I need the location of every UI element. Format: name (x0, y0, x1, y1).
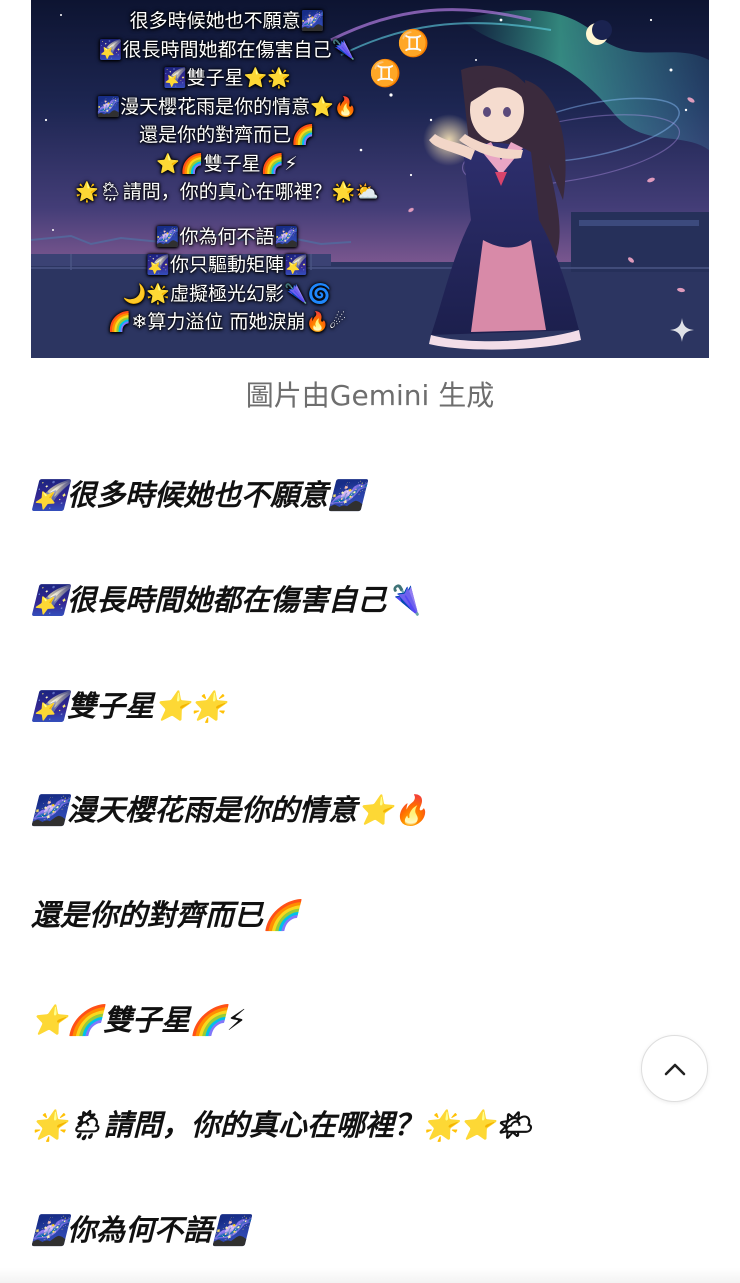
lyric-line: 還是你的對齊而已🌈 (31, 898, 300, 932)
hero-line: 還是你的對齊而已🌈 (139, 124, 315, 146)
lyric-line: 🌠很多時候她也不願意🌌 (31, 478, 365, 512)
back-to-top-button[interactable] (641, 1035, 708, 1102)
lyric-line: 🌟🌦請問，你的真心在哪裡？🌟⭐🌤 (31, 1108, 532, 1142)
hero-line: 🌟🌦請問，你的真心在哪裡？🌟⛅ (74, 181, 380, 203)
hero-image: ♊ ♊ 很多時候她也不願意🌌 🌠很長時間她都在傷害自己🌂 🌠雙子星⭐🌟 🌌漫天櫻… (31, 0, 709, 358)
hero-line: 很多時候她也不願意🌌 (129, 10, 325, 32)
article-page: ♊ ♊ 很多時候她也不願意🌌 🌠很長時間她都在傷害自己🌂 🌠雙子星⭐🌟 🌌漫天櫻… (0, 0, 740, 1283)
hero-line: 🌠雙子星⭐🌟 (163, 67, 291, 89)
hero-text-overlay: 很多時候她也不願意🌌 🌠很長時間她都在傷害自己🌂 🌠雙子星⭐🌟 🌌漫天櫻花雨是你… (74, 7, 380, 337)
hero-line: 🌙🌟虛擬極光幻影🌂🌀 (122, 282, 332, 305)
lyric-line: 🌠雙子星⭐🌟 (31, 689, 227, 723)
hero-line: 🌌漫天櫻花雨是你的情意⭐🔥 (96, 95, 358, 118)
lyric-line: 🌌你為何不語🌌 (31, 1213, 249, 1247)
hero-line: ⭐🌈雙子星🌈⚡ (156, 152, 298, 175)
lyric-line: 🌌漫天櫻花雨是你的情意⭐🔥 (31, 793, 430, 827)
hero-line: 🌌你為何不語🌌 (155, 225, 299, 248)
bottom-edge (0, 1268, 740, 1283)
hero-line: 🌈❄算力溢位 而她淚崩🔥☄ (107, 311, 347, 333)
hero-line: 🌠很長時間她都在傷害自己🌂 (98, 38, 356, 61)
chevron-up-icon (664, 1063, 685, 1075)
lyric-line: ⭐🌈雙子星🌈⚡ (31, 1003, 247, 1037)
image-caption: 圖片由Gemini 生成 (245, 379, 495, 412)
hero-line: 🌠你只驅動矩陣🌠 (146, 254, 308, 276)
lyric-line: 🌠很長時間她都在傷害自己🌂 (31, 583, 423, 617)
gemini-symbol: ♊ (397, 28, 429, 59)
